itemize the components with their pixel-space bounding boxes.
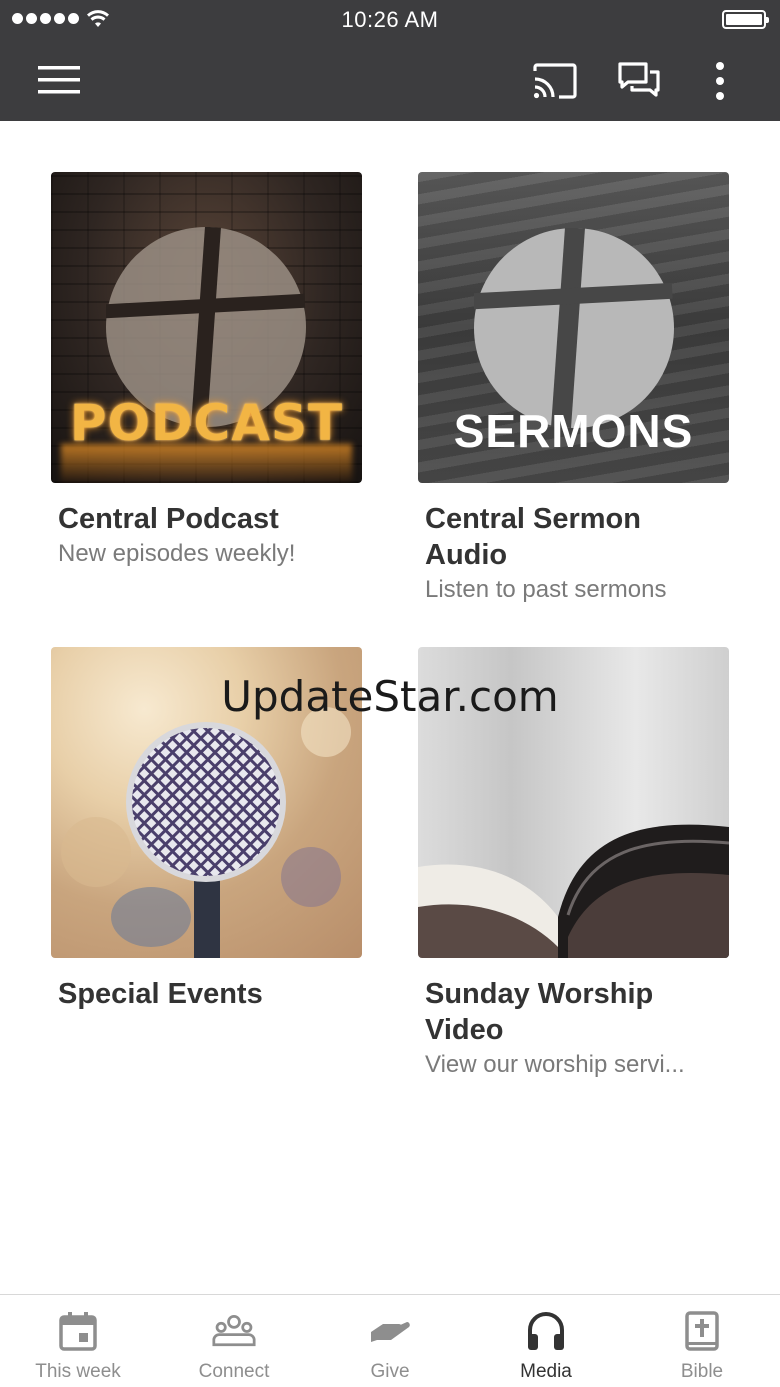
card-subtitle: View our worship servi... (425, 1051, 685, 1078)
top-bar: 10:26 AM (0, 0, 780, 121)
bible-icon (685, 1311, 719, 1351)
card-subtitle: Listen to past sermons (425, 576, 667, 603)
more-options-button[interactable] (700, 56, 740, 106)
card-title: Central Sermon Audio (425, 503, 641, 571)
chat-icon (618, 62, 660, 97)
chat-button[interactable] (612, 56, 666, 106)
cross-logo-icon (474, 228, 674, 428)
open-book-icon (418, 824, 729, 958)
menu-icon (38, 66, 80, 94)
cast-button[interactable] (528, 56, 582, 106)
calendar-icon (59, 1312, 97, 1351)
tab-give[interactable]: Give (312, 1295, 468, 1387)
tab-label: Bible (680, 1361, 724, 1382)
more-vert-icon (716, 62, 724, 100)
watermark: UpdateStar.com (221, 672, 559, 721)
card-title: Sunday Worship Video (425, 978, 654, 1046)
tab-label: Connect (198, 1361, 270, 1382)
app-bar (0, 40, 780, 121)
headphones-icon (528, 1312, 564, 1350)
media-card-central-sermon-audio[interactable]: SERMONS Central Sermon Audio Listen to p… (418, 172, 730, 607)
status-bar: 10:26 AM (0, 0, 780, 40)
podcast-artwork: PODCAST (51, 172, 362, 483)
tab-label: Give (370, 1361, 410, 1382)
tab-label: This week (35, 1361, 121, 1382)
card-title: Central Podcast (58, 503, 279, 535)
tab-this-week[interactable]: This week (0, 1295, 156, 1387)
microphone-icon (126, 722, 286, 958)
people-icon (212, 1314, 256, 1347)
tab-media[interactable]: Media (468, 1295, 624, 1387)
artwork-text: PODCAST (69, 394, 344, 452)
battery-icon (722, 10, 769, 29)
status-time: 10:26 AM (341, 7, 439, 32)
cast-icon (533, 63, 577, 99)
tab-bible[interactable]: Bible (624, 1295, 780, 1387)
sermons-artwork: SERMONS (418, 172, 729, 483)
card-title: Special Events (58, 978, 263, 1010)
tab-label: Media (520, 1361, 572, 1382)
tab-connect[interactable]: Connect (156, 1295, 312, 1387)
media-card-central-podcast[interactable]: PODCAST Central Podcast New episodes wee… (51, 172, 363, 571)
give-hand-icon (371, 1322, 410, 1342)
menu-button[interactable] (30, 58, 88, 102)
bottom-tab-bar: This week Connect Give Media Bible (0, 1294, 780, 1387)
card-subtitle: New episodes weekly! (58, 540, 296, 567)
artwork-text: SERMONS (453, 405, 694, 457)
